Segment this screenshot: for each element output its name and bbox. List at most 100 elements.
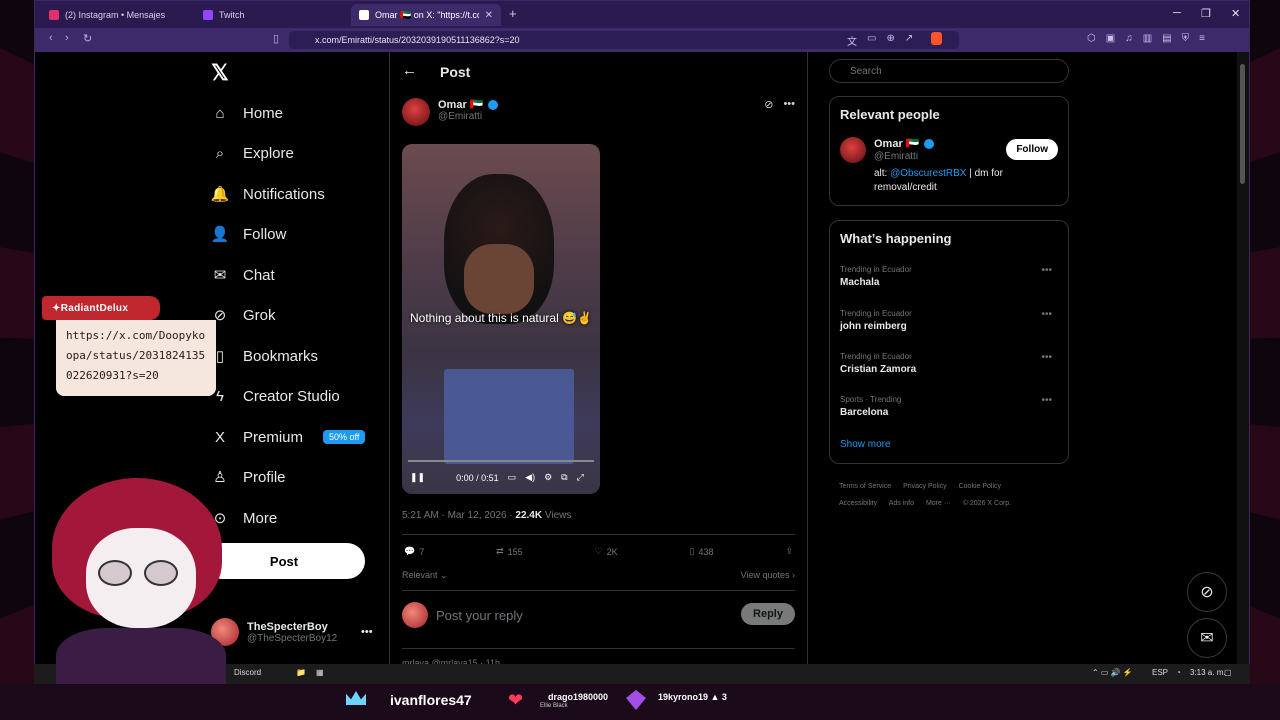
nav-grok[interactable]: ⊘ Grok (211, 306, 276, 325)
forward-icon[interactable]: › (65, 32, 69, 44)
video-progress-bar[interactable] (408, 460, 594, 462)
wifi-icon[interactable]: ◔ (1176, 668, 1181, 677)
grok-icon[interactable]: ⊘ (764, 98, 773, 111)
sort-dropdown[interactable]: Relevant ⌄ (402, 570, 448, 581)
footer-link[interactable]: Accessibility (839, 500, 877, 507)
divider (402, 648, 795, 649)
views-label: Views (542, 510, 572, 521)
reply-button[interactable]: Reply (741, 603, 795, 625)
more-dots-icon[interactable]: ••• (1041, 309, 1052, 320)
repost-action[interactable]: ⇄ 155 (496, 546, 523, 557)
extension-icon[interactable]: ⬡ (1087, 33, 1096, 44)
wallet-icon[interactable]: ▣ (1106, 33, 1115, 44)
translate-icon[interactable]: 文 (847, 33, 857, 48)
reply-action[interactable]: 💬 7 (404, 546, 424, 557)
footer-link[interactable]: Ads info (889, 500, 914, 507)
show-more-link[interactable]: Show more (840, 439, 891, 450)
nav-creator-studio[interactable]: ϟ Creator Studio (211, 387, 340, 405)
close-window-button[interactable]: ✕ (1231, 7, 1240, 20)
stream-user-2-sub: Ellie Black (540, 703, 568, 709)
follow-button[interactable]: Follow (1006, 139, 1058, 160)
zoom-icon[interactable]: ⊕ (886, 33, 894, 48)
notification-icon[interactable]: ▢ (1224, 668, 1232, 677)
tab-x-post[interactable]: Omar 🇦🇪 on X: "https://t.co/S6R... ✕ (351, 4, 501, 26)
view-quotes-link[interactable]: View quotes › (741, 570, 795, 581)
wallet2-icon[interactable]: ▤ (1162, 33, 1171, 44)
bio-mention-link[interactable]: @ObscurestRBX (890, 168, 966, 179)
x-favicon-icon (359, 10, 369, 20)
post-actions: 💬 7 ⇄ 155 ♡ 2K ▯ 438 ⇪ (404, 546, 793, 557)
close-tab-icon[interactable]: ✕ (485, 10, 493, 21)
bookmark-action[interactable]: ▯ 438 (690, 546, 714, 557)
new-tab-button[interactable]: + (509, 6, 517, 21)
stream-user-2: drago1980000 (548, 692, 609, 702)
app-icon[interactable]: ▦ (316, 668, 324, 677)
back-icon[interactable]: ‹ (49, 32, 53, 44)
footer-link[interactable]: More ··· (926, 500, 951, 507)
minimize-button[interactable]: ─ (1173, 7, 1181, 19)
messages-float-button[interactable]: ✉ (1187, 618, 1227, 658)
reload-icon[interactable]: ↻ (83, 32, 92, 45)
views-count: 22.4K (515, 510, 543, 521)
video-player[interactable]: Nothing about this is natural 😅✌ ❚❚ 0:00… (402, 144, 600, 494)
vpn-icon[interactable]: ⛨ (1182, 33, 1190, 44)
tab-instagram[interactable]: (2) Instagram • Mensajes (41, 4, 191, 26)
reply-input[interactable]: Post your reply (436, 608, 523, 623)
page-scrollbar[interactable] (1237, 52, 1249, 683)
settings-icon[interactable]: ⚙ (544, 472, 552, 483)
nav-follow[interactable]: 👤 Follow (211, 225, 287, 244)
footer-links: Terms of Service Privacy Policy Cookie P… (839, 478, 1059, 512)
like-action[interactable]: ♡ 2K (595, 546, 618, 557)
nav-notifications[interactable]: 🔔 Notifications (210, 185, 325, 204)
share-action[interactable]: ⇪ (785, 546, 793, 557)
footer-link[interactable]: Cookie Policy (959, 483, 1001, 490)
music-icon[interactable]: ♫ (1125, 33, 1133, 44)
more-dots-icon[interactable]: ••• (361, 626, 373, 638)
taskbar-discord[interactable]: Discord (234, 668, 261, 677)
more-dots-icon[interactable]: ••• (1041, 352, 1052, 363)
volume-icon[interactable]: ◀) (525, 472, 535, 483)
captions-icon[interactable]: ▭ (508, 472, 517, 483)
sidebar-icon[interactable]: ▥ (1143, 33, 1152, 44)
trend-item[interactable]: Trending in Ecuador Machala ••• (840, 265, 1060, 288)
back-arrow-icon[interactable]: ← (402, 62, 417, 79)
fullscreen-icon[interactable]: ⤢ (577, 472, 584, 483)
divider (402, 534, 795, 535)
search-input[interactable]: Search (829, 59, 1069, 83)
pause-icon[interactable]: ❚❚ (410, 472, 425, 483)
post-author[interactable]: Omar 🇦🇪 @Emiratti (402, 98, 498, 126)
tab-twitch[interactable]: Twitch (195, 4, 345, 26)
more-dots-icon[interactable]: ••• (1041, 395, 1052, 406)
pip-icon[interactable]: ⧉ (561, 472, 567, 483)
nav-label: Creator Studio (243, 387, 340, 405)
nav-chat[interactable]: ✉ Chat (211, 266, 275, 285)
trend-item[interactable]: Trending in Ecuador Cristian Zamora ••• (840, 352, 1060, 375)
more-dots-icon[interactable]: ••• (783, 98, 795, 111)
maximize-button[interactable]: ❐ (1201, 7, 1211, 20)
nav-bookmarks[interactable]: ▯ Bookmarks (211, 347, 318, 366)
divider (402, 590, 795, 591)
tray-icons[interactable]: ⌃ ▭ 🔊 ⚡ (1092, 668, 1133, 677)
folder-icon[interactable]: 📁 (296, 668, 306, 677)
nav-explore[interactable]: ⌕ Explore (211, 144, 294, 162)
trend-item[interactable]: Sports · Trending Barcelona ••• (840, 395, 1060, 418)
bookmark-page-icon[interactable]: ▯ (273, 32, 279, 45)
x-logo-icon[interactable]: 𝕏 (211, 60, 229, 86)
taskbar-language[interactable]: ESP (1152, 668, 1168, 677)
screen-icon[interactable]: ▭ (867, 33, 876, 48)
nav-home[interactable]: ⌂ Home (211, 104, 283, 122)
footer-link[interactable]: Privacy Policy (903, 483, 947, 490)
brave-shield-icon[interactable] (931, 32, 942, 45)
scrollbar-thumb[interactable] (1240, 64, 1245, 184)
trend-category: Trending in Ecuador (840, 309, 912, 318)
footer-link[interactable]: Terms of Service (839, 483, 891, 490)
chevron-down-icon: ⌄ (440, 570, 448, 580)
taskbar-clock[interactable]: 3:13 a. m. (1190, 668, 1226, 677)
trend-item[interactable]: Trending in Ecuador john reimberg ••• (840, 309, 1060, 332)
nav-premium[interactable]: X Premium 50% off (211, 428, 366, 446)
bell-icon: 🔔 (210, 186, 230, 203)
more-dots-icon[interactable]: ••• (1041, 265, 1052, 276)
menu-icon[interactable]: ≡ (1199, 33, 1205, 44)
grok-float-button[interactable]: ⊘ (1187, 572, 1227, 612)
share-icon[interactable]: ↗ (905, 33, 913, 48)
